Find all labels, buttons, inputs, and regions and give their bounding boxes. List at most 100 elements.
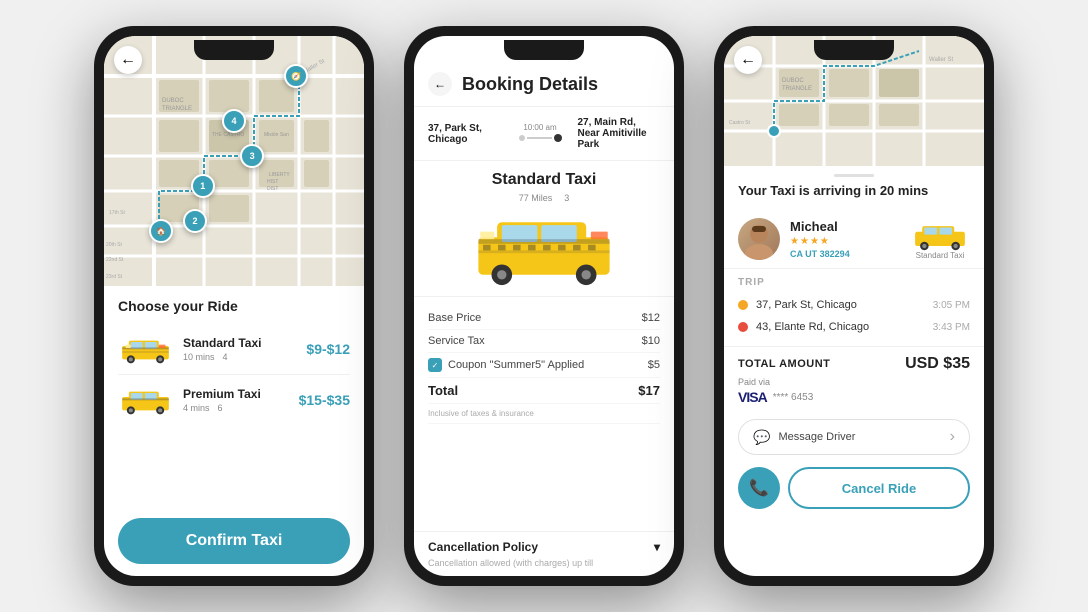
back-button-2[interactable]: ← (428, 72, 452, 96)
star-3: ★ (810, 236, 819, 247)
visa-logo: VISA (738, 389, 767, 405)
total-amount-value: USD $35 (905, 355, 970, 373)
map-area-1: DUBOC TRIANGLE Misión San THE CASTRO LIB… (104, 36, 364, 286)
coupon-checkbox: ✓ (428, 358, 442, 372)
back-arrow-icon: ← (120, 51, 136, 69)
total-section: TOTAL AMOUNT USD $35 Paid via VISA **** … (724, 346, 984, 413)
standard-taxi-name: Standard Taxi (183, 336, 306, 350)
svg-text:HIST: HIST (267, 179, 278, 185)
svg-text:LIBERTY: LIBERTY (269, 172, 290, 178)
trip-stop-2-name: 43, Elante Rd, Chicago (756, 321, 925, 333)
service-tax-value: $10 (642, 335, 660, 347)
driver-avatar (738, 218, 780, 260)
standard-taxi-info: Standard Taxi 10 mins 4 (173, 336, 306, 362)
back-button-3[interactable]: ← (734, 46, 762, 74)
total-sub-row: Inclusive of taxes & insurance (428, 404, 660, 424)
premium-taxi-image (118, 385, 173, 415)
phone-2: ← Booking Details 37, Park St, Chicago 1… (404, 26, 684, 586)
svg-text:Castro St: Castro St (729, 120, 750, 126)
driver-info: Micheal ★ ★ ★ ★ CA UT 382294 (790, 219, 900, 259)
driver-taxi-label: Standard Taxi (916, 251, 965, 260)
arrival-title: Your Taxi is arriving in 20 mins (738, 183, 970, 198)
standard-taxi-seats: 4 (223, 352, 228, 362)
svg-text:THE CASTRO: THE CASTRO (212, 132, 244, 138)
standard-taxi-price: $9-$12 (306, 341, 350, 357)
cancel-ride-label: Cancel Ride (842, 481, 916, 496)
confirm-taxi-button[interactable]: Confirm Taxi (118, 518, 350, 564)
taxi-large-image (469, 211, 619, 286)
premium-taxi-info: Premium Taxi 4 mins 6 (173, 387, 299, 413)
phone-icon: 📞 (749, 478, 769, 498)
trip-section: TRIP 37, Park St, Chicago 3:05 PM 43, El… (724, 269, 984, 346)
taxi-center-section: Standard Taxi 77 Miles 3 (414, 161, 674, 297)
premium-taxi-price: $15-$35 (299, 392, 350, 408)
svg-text:22nd St: 22nd St (106, 257, 124, 263)
back-arrow-icon-3: ← (740, 51, 756, 69)
route-from: 37, Park St, Chicago (428, 123, 511, 145)
star-1: ★ (790, 236, 799, 247)
map-pin-3: 3 (240, 144, 264, 168)
phone-3: DUBOC TRIANGLE Waller St Castro St ← (714, 26, 994, 586)
driver-rating: ★ ★ ★ ★ (790, 236, 900, 247)
booking-title: Booking Details (462, 74, 598, 95)
svg-text:DUBOC: DUBOC (162, 98, 184, 104)
message-driver-button[interactable]: 💬 Message Driver › (738, 419, 970, 455)
map-pin-nav: 🧭 (284, 64, 308, 88)
svg-text:TRIANGLE: TRIANGLE (782, 86, 812, 92)
trip-stop-1-name: 37, Park St, Chicago (756, 299, 925, 311)
star-4: ★ (820, 236, 829, 247)
svg-text:17th St: 17th St (109, 210, 125, 216)
coupon-label: Coupon "Summer5" Applied (448, 359, 642, 371)
svg-text:DIST: DIST (267, 186, 278, 192)
taxi-center-meta: 77 Miles 3 (519, 193, 570, 203)
taxi-center-name: Standard Taxi (492, 171, 597, 189)
visa-last4: **** 6453 (773, 392, 814, 403)
check-icon: ✓ (432, 361, 439, 370)
ride-option-premium[interactable]: Premium Taxi 4 mins 6 $15-$35 (118, 375, 350, 425)
map-area-3: DUBOC TRIANGLE Waller St Castro St ← (724, 36, 984, 166)
premium-taxi-name: Premium Taxi (183, 387, 299, 401)
svg-text:DUBOC: DUBOC (782, 78, 804, 84)
route-bar: 37, Park St, Chicago 10:00 am 27, Main R… (414, 107, 674, 161)
back-button-1[interactable]: ← (114, 46, 142, 74)
chevron-down-icon: ▾ (654, 540, 660, 554)
base-price-row: Base Price $12 (428, 307, 660, 330)
cancel-policy-title-text: Cancellation Policy (428, 540, 538, 554)
coupon-row: ✓ Coupon "Summer5" Applied $5 (428, 353, 660, 378)
svg-text:20th St: 20th St (106, 242, 122, 248)
taxi-seats-2: 3 (564, 193, 569, 203)
taxi-miles: 77 Miles (519, 193, 553, 203)
trip-dot-yellow (738, 300, 748, 310)
pricing-section: Base Price $12 Service Tax $10 ✓ Coupon … (414, 297, 674, 531)
standard-taxi-meta: 10 mins 4 (183, 352, 306, 362)
total-value: $17 (638, 383, 660, 398)
driver-name: Micheal (790, 219, 900, 234)
premium-taxi-seats: 6 (218, 403, 223, 413)
phone-1: DUBOC TRIANGLE Misión San THE CASTRO LIB… (94, 26, 374, 586)
visa-row: VISA **** 6453 (738, 389, 970, 405)
cancel-policy-text: Cancellation allowed (with charges) up t… (428, 558, 660, 568)
trip-dot-red (738, 322, 748, 332)
call-driver-button[interactable]: 📞 (738, 467, 780, 509)
arrival-section: Your Taxi is arriving in 20 mins (724, 166, 984, 210)
cancellation-policy: Cancellation Policy ▾ Cancellation allow… (414, 531, 674, 576)
map-pin-2: 2 (183, 209, 207, 233)
map-pin-1: 1 (191, 174, 215, 198)
standard-taxi-time: 10 mins (183, 352, 215, 362)
driver-plate: CA UT 382294 (790, 249, 900, 259)
route-time: 10:00 am (523, 123, 556, 132)
map-pin-4: 4 (222, 109, 246, 133)
route-to: 27, Main Rd, Near Amitiville Park (578, 117, 661, 150)
driver-taxi-section: Standard Taxi (910, 219, 970, 260)
cancel-ride-button[interactable]: Cancel Ride (788, 467, 970, 509)
svg-text:Misión San: Misión San (264, 132, 289, 138)
trip-label: TRIP (738, 277, 970, 288)
paid-via-label: Paid via (738, 377, 970, 387)
back-arrow-icon-2: ← (434, 77, 446, 91)
total-amount-label: TOTAL AMOUNT (738, 358, 830, 370)
message-driver-label: Message Driver (778, 431, 855, 443)
svg-text:Waller St: Waller St (929, 57, 953, 63)
service-tax-row: Service Tax $10 (428, 330, 660, 353)
ride-option-standard[interactable]: Standard Taxi 10 mins 4 $9-$12 (118, 324, 350, 375)
service-tax-label: Service Tax (428, 335, 485, 347)
